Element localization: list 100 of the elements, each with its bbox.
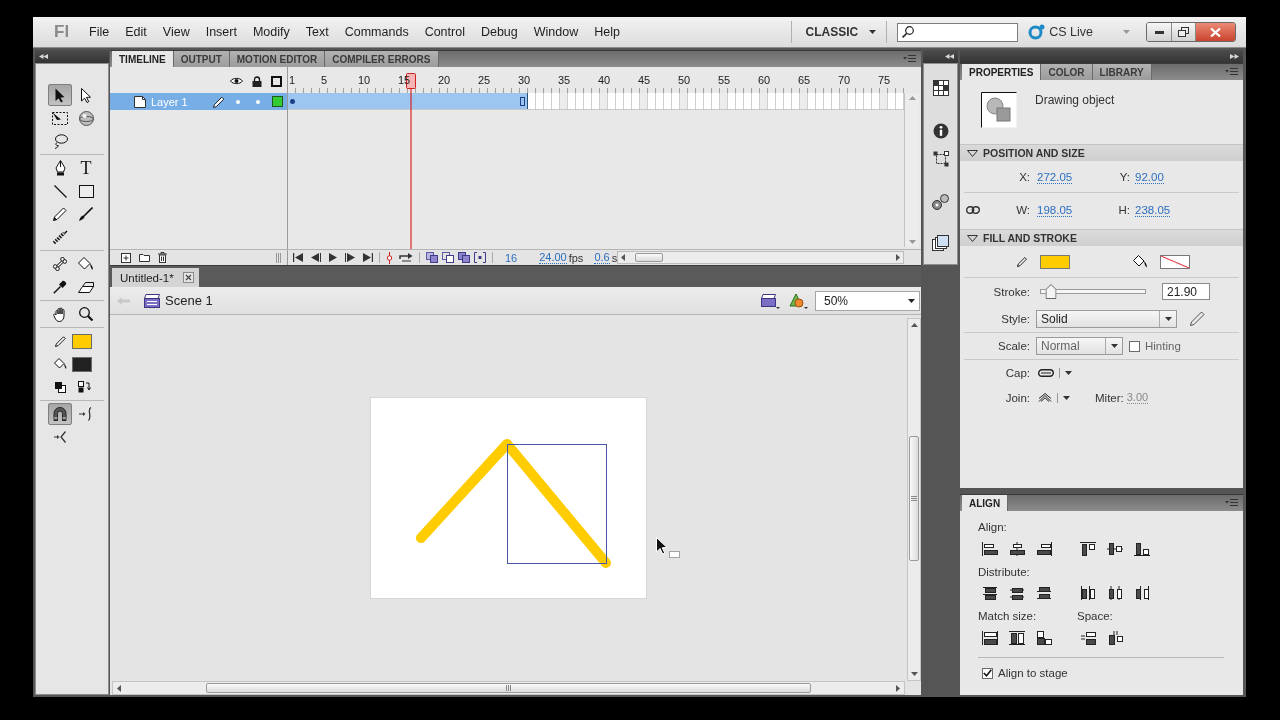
panel-menu-icon[interactable] [903,55,916,63]
components-icon[interactable] [932,194,949,210]
arrow-left-icon[interactable] [621,254,626,261]
fill-color-swatch[interactable] [72,356,92,372]
pencil-icon[interactable] [213,95,225,108]
arrow-down-icon[interactable] [910,672,918,676]
distribute-right-icon[interactable] [1134,586,1150,600]
field-value[interactable]: 272.05 [1037,170,1073,184]
skip-forward-icon[interactable] [363,253,373,262]
document-tab[interactable]: Untitled-1* [112,268,199,287]
elapsed-time-value[interactable]: 0.6 [594,251,610,264]
dot-icon[interactable] [236,99,240,104]
slider-thumb[interactable] [1045,284,1057,299]
panel-tab[interactable]: OUTPUT [173,51,230,67]
stacked-frames-icon[interactable] [932,235,949,251]
tool-button[interactable] [48,84,72,106]
panel-tab[interactable]: COMPILER ERRORS [325,51,439,67]
align-bottom-icon[interactable] [1134,542,1150,556]
lock-icon[interactable] [252,75,262,87]
rounded-cap-icon[interactable] [1038,368,1054,377]
section-header[interactable]: FILL AND STROKE [960,229,1243,246]
scrollbar-thumb[interactable] [909,436,919,561]
panel-menu-icon[interactable] [1225,68,1238,76]
checkbox[interactable] [1129,340,1140,352]
section-header[interactable]: POSITION AND SIZE [960,144,1243,161]
caret-icon[interactable] [908,298,915,303]
caret-icon[interactable] [869,30,877,34]
field-value[interactable]: 198.05 [1037,203,1073,217]
restore-button[interactable] [1171,23,1195,41]
collapse-left-icon[interactable] [39,54,48,59]
multiple-frames-icon[interactable] [457,252,470,263]
distribute-top-icon[interactable] [982,586,998,600]
minimize-button[interactable] [1147,23,1171,41]
caret-icon[interactable] [1110,344,1118,348]
panel-tab[interactable]: ALIGN [962,495,1009,511]
arrow-left-icon[interactable] [117,684,121,692]
align-middle-icon[interactable] [1107,542,1123,556]
checkbox-label[interactable]: Hinting [1145,340,1181,352]
menu-item[interactable]: Control [416,22,473,42]
zoom-dropdown[interactable]: 50% [815,290,920,311]
workspace-switcher[interactable]: CLASSIC [805,25,877,39]
close-button[interactable] [1195,23,1235,41]
match-height-icon[interactable] [1009,631,1025,645]
frame-rate-value[interactable]: 24.00 [539,251,567,264]
swap-colors-icon[interactable] [77,381,91,393]
panel-tab[interactable]: LIBRARY [1092,64,1152,80]
transform-icon[interactable] [932,151,949,167]
caret-icon[interactable] [1065,370,1072,375]
menu-item[interactable]: View [154,22,198,42]
caret-icon[interactable] [1164,316,1172,321]
menu-item[interactable]: Commands [336,22,417,42]
grip-icon[interactable] [276,252,282,263]
menu-item[interactable]: Help [586,22,628,42]
checkbox-label[interactable]: Align to stage [998,667,1068,679]
menu-item[interactable]: Window [525,22,587,42]
tool-option-button[interactable] [48,403,72,425]
default-colors-icon[interactable] [54,381,66,393]
stroke-color-swatch[interactable] [1040,254,1070,269]
skip-back-icon[interactable] [293,253,303,262]
loop-arrow-icon[interactable] [398,253,413,262]
menu-item[interactable]: Modify [244,22,298,42]
panel-tab[interactable]: MOTION EDITOR [229,51,326,67]
collapse-left-icon[interactable] [945,54,954,59]
onion-skin-icon[interactable] [425,252,438,263]
search-field[interactable] [897,22,1019,42]
menu-item[interactable]: Insert [197,22,245,42]
cs-live-label[interactable]: CS Live [1049,25,1093,39]
dot-icon[interactable] [256,99,260,104]
arrow-right-icon[interactable] [896,254,900,261]
match-width-icon[interactable] [982,631,998,645]
distribute-bottom-icon[interactable] [1036,586,1052,600]
panel-tab[interactable]: PROPERTIES [962,64,1042,80]
caret-icon[interactable] [1063,395,1070,400]
folder-icon[interactable] [139,253,150,262]
menu-item[interactable]: File [81,22,118,42]
panel-menu-icon[interactable] [1225,499,1238,507]
scrollbar[interactable] [907,318,921,681]
new-layer-icon[interactable] [121,252,131,263]
panel-tab[interactable]: COLOR [1041,64,1093,80]
distribute-middle-icon[interactable] [1009,586,1025,600]
stroke-width-field[interactable]: 21.90 [1162,283,1210,300]
scale-dropdown[interactable]: Normal [1036,337,1123,355]
match-size-icon[interactable] [1036,631,1052,645]
text-tool-button[interactable]: T [74,157,98,179]
clapperboard-menu-icon[interactable] [761,292,780,309]
stroke-color-swatch[interactable] [72,333,92,349]
bracket-markers-icon[interactable] [473,252,486,263]
layer-color-swatch[interactable] [272,96,283,107]
step-forward-icon[interactable] [345,253,355,262]
arrow-up-icon[interactable] [910,323,918,327]
trash-icon[interactable] [158,252,167,263]
align-top-icon[interactable] [1080,542,1096,556]
shapes-menu-icon[interactable] [789,292,808,309]
menu-item[interactable]: Text [297,22,337,42]
style-dropdown[interactable]: Solid [1036,309,1177,328]
align-center-icon[interactable] [1009,542,1025,556]
space-horizontal-icon[interactable] [1081,631,1097,645]
menu-item[interactable]: Debug [472,22,526,42]
distribute-center-icon[interactable] [1107,586,1123,600]
chain-link-icon[interactable] [966,205,980,214]
